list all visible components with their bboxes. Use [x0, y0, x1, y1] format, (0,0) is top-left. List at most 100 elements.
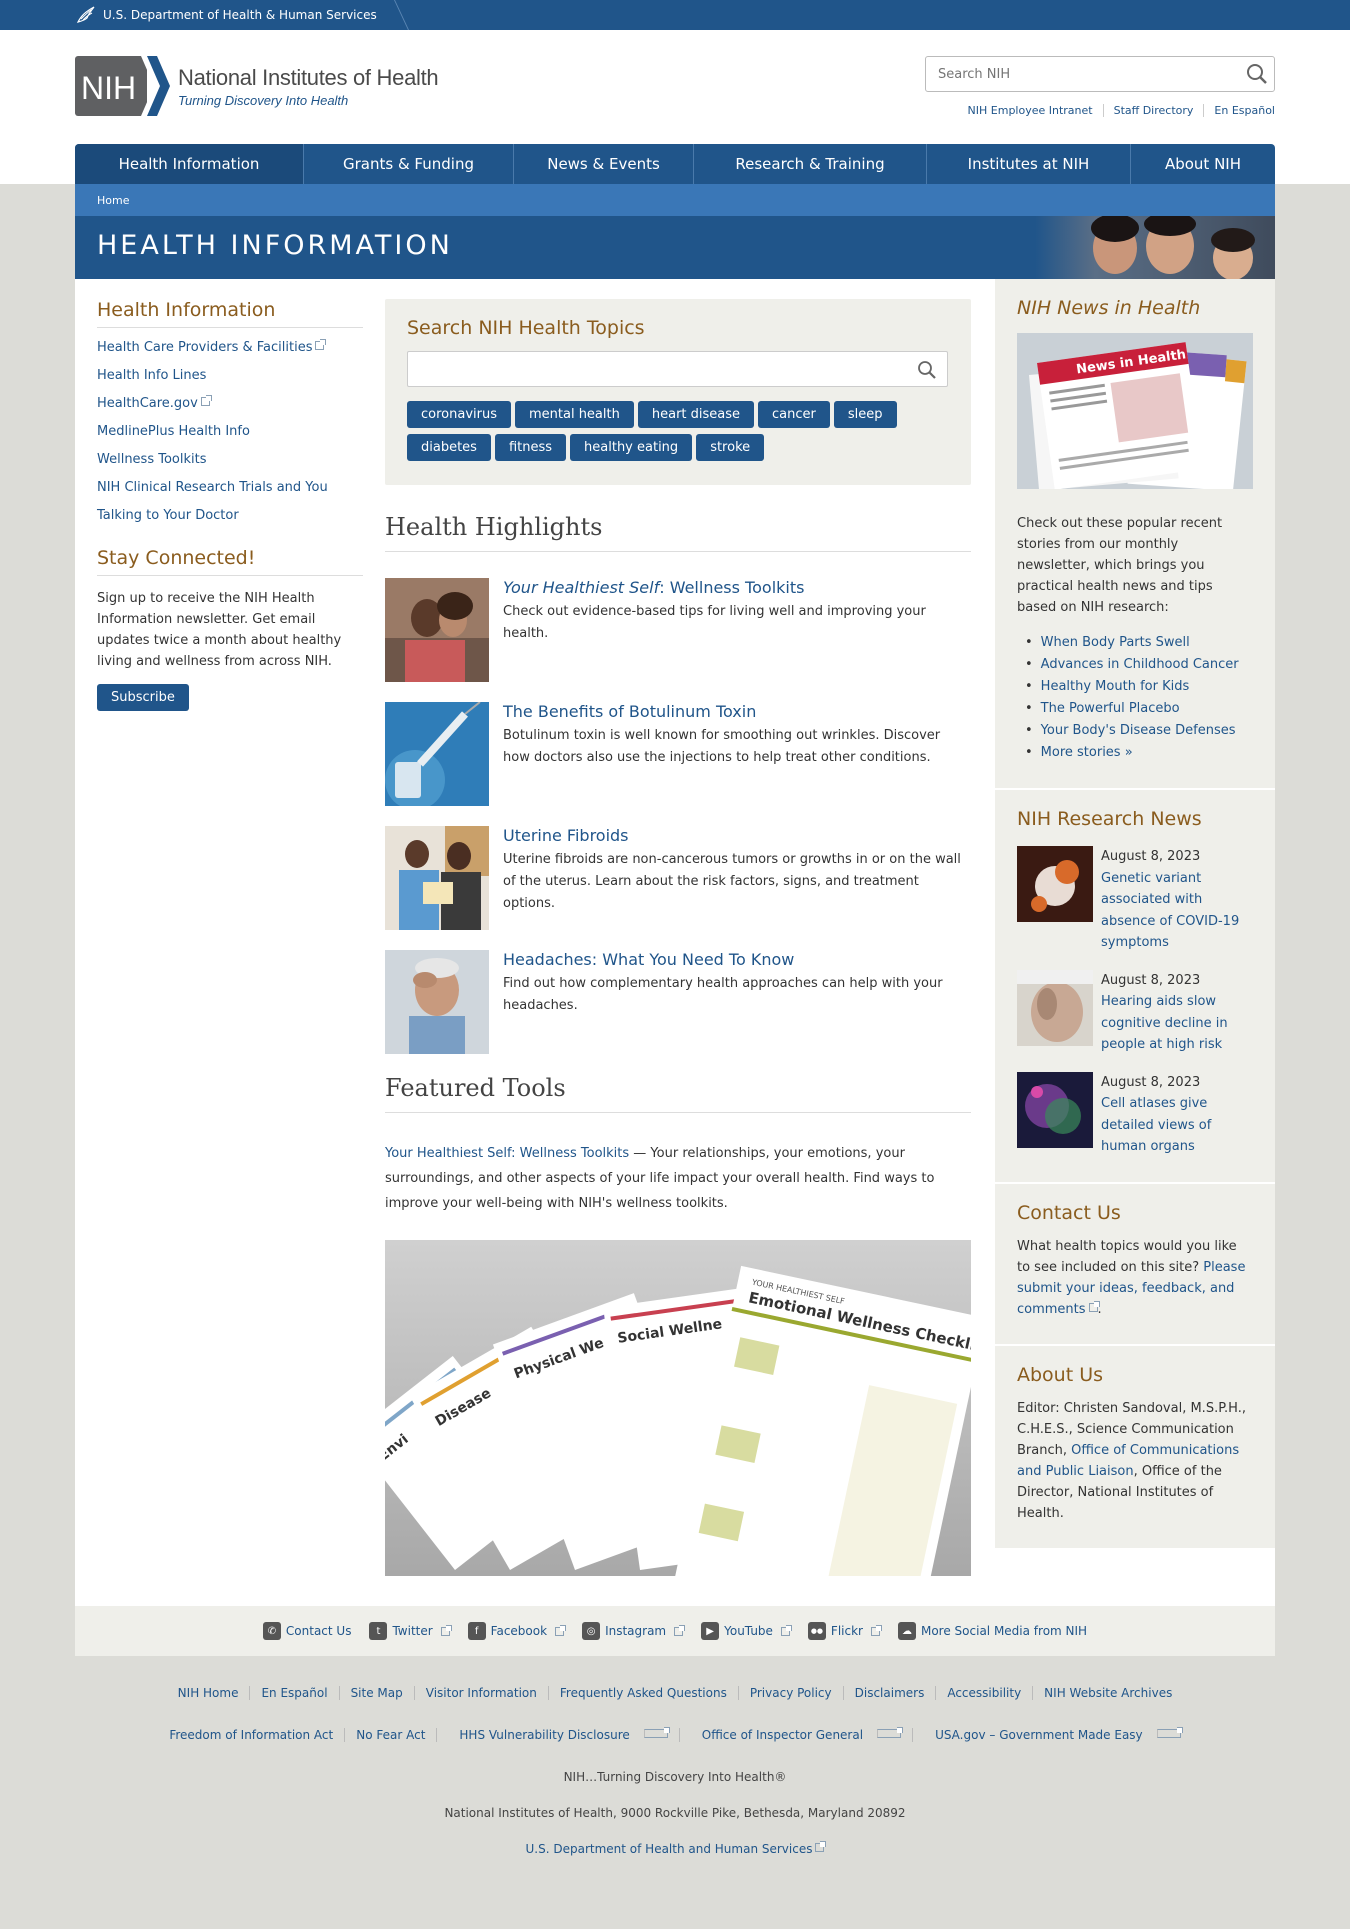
breadcrumb-home[interactable]: Home	[97, 194, 129, 207]
featured-text: Your Healthiest Self: Wellness Toolkits …	[385, 1141, 971, 1216]
site-search	[925, 56, 1275, 92]
highlight-title-italic[interactable]: Your Healthiest Self	[503, 578, 659, 597]
left-link-talking-doctor[interactable]: Talking to Your Doctor	[97, 508, 239, 523]
wellness-toolkits-image[interactable]: Envi Disease Physical We Social Wellne Y…	[350, 1240, 993, 1641]
highlight-image-headache[interactable]	[385, 950, 489, 1054]
util-link-espanol[interactable]: En Español	[1203, 104, 1275, 117]
site-search-input[interactable]	[926, 57, 1240, 91]
subscribe-button[interactable]: Subscribe	[97, 684, 189, 711]
right-sidebar: NIH News in Health News in Health Check …	[995, 279, 1275, 1548]
news-link-healthy-mouth[interactable]: Healthy Mouth for Kids	[1041, 679, 1190, 694]
footer-link[interactable]: Visitor Information	[413, 1686, 548, 1700]
util-link-intranet[interactable]: NIH Employee Intranet	[958, 104, 1103, 117]
tag-healthy-eating[interactable]: healthy eating	[570, 434, 693, 461]
tag-coronavirus[interactable]: coronavirus	[407, 401, 511, 428]
social-label[interactable]: Contact Us	[286, 1624, 352, 1638]
social-label[interactable]: More Social Media from NIH	[921, 1624, 1087, 1638]
nav-about-nih[interactable]: About NIH	[1130, 144, 1275, 184]
tag-mental-health[interactable]: mental health	[514, 401, 634, 428]
nav-health-information[interactable]: Health Information	[75, 144, 303, 184]
highlight-title[interactable]: Uterine Fibroids	[503, 826, 629, 845]
highlight-title[interactable]: The Benefits of Botulinum Toxin	[503, 702, 756, 721]
footer-link[interactable]: Privacy Policy	[737, 1686, 843, 1700]
footer-link[interactable]: NIH Home	[167, 1686, 250, 1700]
site-header: National Institutes of Health Turning Di…	[0, 30, 1350, 184]
highlight-image-couple[interactable]	[385, 578, 489, 682]
footer-link[interactable]: Disclaimers	[842, 1686, 936, 1700]
footer-hhs-link[interactable]: U.S. Department of Health and Human Serv…	[526, 1842, 813, 1856]
search-icon[interactable]	[1240, 57, 1274, 91]
tag-diabetes[interactable]: diabetes	[407, 434, 491, 461]
nav-research-training[interactable]: Research & Training	[693, 144, 926, 184]
footer-links-primary: NIH Home En Español Site Map Visitor Inf…	[0, 1686, 1350, 1700]
footer-link[interactable]: Freedom of Information Act	[158, 1728, 344, 1742]
highlight-title[interactable]: : Wellness Toolkits	[659, 578, 804, 597]
topic-search-input[interactable]	[407, 351, 948, 387]
research-date: August 8, 2023	[1101, 972, 1201, 988]
research-image-covid[interactable]	[1017, 846, 1093, 922]
footer-link[interactable]: NIH Website Archives	[1032, 1686, 1183, 1700]
search-icon[interactable]	[913, 356, 941, 384]
tag-cancer[interactable]: cancer	[758, 401, 830, 428]
social-label[interactable]: Twitter	[392, 1624, 432, 1638]
social-twitter[interactable]: t Twitter	[369, 1622, 452, 1640]
main-nav: Health Information Grants & Funding News…	[75, 144, 1275, 184]
footer-link[interactable]: En Español	[249, 1686, 338, 1700]
left-heading: Health Information	[97, 299, 363, 328]
nav-grants-funding[interactable]: Grants & Funding	[303, 144, 513, 184]
featured-link[interactable]: Your Healthiest Self: Wellness Toolkits	[385, 1146, 629, 1161]
social-label[interactable]: Instagram	[605, 1624, 666, 1638]
news-link-body-parts-swell[interactable]: When Body Parts Swell	[1041, 635, 1190, 650]
research-image-hearing-aid[interactable]	[1017, 969, 1093, 1046]
left-link-wellness-toolkits[interactable]: Wellness Toolkits	[97, 452, 207, 467]
research-image-cell-atlas[interactable]	[1017, 1071, 1093, 1148]
social-contact[interactable]: ✆ Contact Us	[262, 1622, 352, 1640]
highlight-image-syringe[interactable]	[385, 702, 489, 806]
tag-fitness[interactable]: fitness	[494, 434, 567, 461]
footer-link[interactable]: Frequently Asked Questions	[547, 1686, 738, 1700]
tag-sleep[interactable]: sleep	[833, 401, 897, 428]
left-link-providers[interactable]: Health Care Providers & Facilities	[97, 340, 312, 355]
social-label[interactable]: Facebook	[491, 1624, 547, 1638]
nav-news-events[interactable]: News & Events	[513, 144, 693, 184]
tag-heart-disease[interactable]: heart disease	[637, 401, 755, 428]
left-link-healthcare-gov[interactable]: HealthCare.gov	[97, 396, 198, 411]
social-instagram[interactable]: ◎ Instagram	[582, 1622, 686, 1640]
hhs-link[interactable]: U.S. Department of Health & Human Servic…	[75, 0, 395, 30]
social-youtube[interactable]: ▶ YouTube	[701, 1622, 792, 1640]
social-flickr[interactable]: ●● Flickr	[807, 1622, 882, 1640]
highlight-image-doctor-patient[interactable]	[385, 826, 489, 930]
highlight-desc: Check out evidence-based tips for living…	[503, 604, 926, 641]
research-title[interactable]: Hearing aids slow cognitive decline in p…	[1101, 994, 1228, 1052]
news-link-more-stories[interactable]: More stories »	[1041, 745, 1133, 760]
left-link-info-lines[interactable]: Health Info Lines	[97, 368, 206, 383]
highlight-desc: Uterine fibroids are non-cancerous tumor…	[503, 852, 961, 911]
news-link-placebo[interactable]: The Powerful Placebo	[1041, 701, 1180, 716]
news-link-childhood-cancer[interactable]: Advances in Childhood Cancer	[1041, 657, 1239, 672]
external-link-icon	[200, 395, 212, 406]
social-label[interactable]: Flickr	[831, 1624, 863, 1638]
highlight-title[interactable]: Headaches: What You Need To Know	[503, 950, 794, 969]
news-link-disease-defenses[interactable]: Your Body's Disease Defenses	[1041, 723, 1236, 738]
tag-stroke[interactable]: stroke	[696, 434, 765, 461]
page-title: HEALTH INFORMATION	[97, 230, 453, 261]
footer-link[interactable]: USA.gov – Government Made Easy	[924, 1728, 1154, 1742]
left-link-clinical-trials[interactable]: NIH Clinical Research Trials and You	[97, 480, 328, 495]
left-link-medlineplus[interactable]: MedlinePlus Health Info	[97, 424, 250, 439]
nav-institutes[interactable]: Institutes at NIH	[926, 144, 1130, 184]
footer-link[interactable]: Office of Inspector General	[691, 1728, 874, 1742]
footer-link[interactable]: Site Map	[338, 1686, 414, 1700]
footer-link[interactable]: HHS Vulnerability Disclosure	[448, 1728, 640, 1742]
footer-link[interactable]: Accessibility	[935, 1686, 1032, 1700]
research-title[interactable]: Genetic variant associated with absence …	[1101, 871, 1239, 951]
about-section: About Us Editor: Christen Sandoval, M.S.…	[995, 1346, 1275, 1548]
social-label[interactable]: YouTube	[724, 1624, 773, 1638]
footer-link[interactable]: No Fear Act	[344, 1728, 436, 1742]
highlight-desc: Botulinum toxin is well known for smooth…	[503, 728, 941, 765]
util-link-staff-directory[interactable]: Staff Directory	[1102, 104, 1204, 117]
research-title[interactable]: Cell atlases give detailed views of huma…	[1101, 1096, 1211, 1154]
social-media-icon: ☁	[897, 1622, 916, 1640]
news-in-health-newsletter-image[interactable]: News in Health	[1017, 333, 1253, 491]
social-more[interactable]: ☁ More Social Media from NIH	[897, 1622, 1087, 1640]
social-facebook[interactable]: f Facebook	[467, 1622, 567, 1640]
